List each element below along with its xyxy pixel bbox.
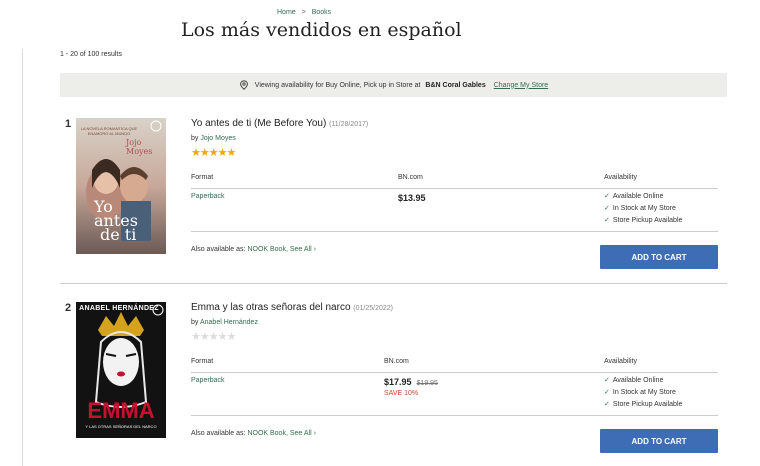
publish-date: (01/25/2022) xyxy=(353,305,393,312)
availability-header: Availability xyxy=(604,358,637,365)
availability-item: ✓ In Stock at My Store xyxy=(604,205,676,212)
star-rating: ★★★★★ xyxy=(191,146,237,159)
star-icon: ★ xyxy=(217,331,228,343)
nook-book-link[interactable]: NOOK Book, xyxy=(247,430,287,437)
add-to-cart-button[interactable]: ADD TO CART xyxy=(600,429,718,453)
also-label: Also available as: xyxy=(191,246,246,253)
check-icon: ✓ xyxy=(604,377,610,384)
star-icon: ★ xyxy=(199,331,210,343)
product-title-link[interactable]: Emma y las otras señoras del narco xyxy=(191,302,351,313)
cover-author: ANABEL HERNÁNDEZ xyxy=(79,305,159,312)
format-link[interactable]: Paperback xyxy=(191,193,224,200)
breadcrumb-books[interactable]: Books xyxy=(312,9,331,16)
star-icon: ★ xyxy=(191,147,201,159)
also-available: Also available as: NOOK Book, See All › xyxy=(191,246,316,253)
change-store-link[interactable]: Change My Store xyxy=(494,82,548,89)
table-header: Format BN.com Availability xyxy=(191,174,718,189)
location-pin-icon xyxy=(239,80,248,90)
format-link[interactable]: Paperback xyxy=(191,377,224,384)
star-icon: ★ xyxy=(208,331,219,343)
see-all-link[interactable]: See All › xyxy=(290,430,316,437)
product-rank: 1 xyxy=(65,118,72,130)
star-icon: ★ xyxy=(226,147,237,159)
chevron-right-icon: › xyxy=(313,430,316,437)
star-icon: ★ xyxy=(217,147,228,159)
table-divider xyxy=(191,231,718,232)
star-icon: ★ xyxy=(191,331,201,343)
check-icon: ✓ xyxy=(604,389,610,396)
breadcrumb-home[interactable]: Home xyxy=(277,9,296,16)
star-rating: ★★★★★ xyxy=(191,330,237,343)
author-line: by Jojo Moyes xyxy=(191,135,236,142)
table-header: Format BN.com Availability xyxy=(191,358,718,373)
price: $17.95 $19.95 xyxy=(384,377,438,387)
format-header: Format xyxy=(191,174,214,181)
availability-item: ✓ Store Pickup Available xyxy=(604,217,683,224)
also-label: Also available as: xyxy=(191,430,246,437)
price-header: BN.com xyxy=(398,174,423,181)
store-availability-bar: Viewing availability for Buy Online, Pic… xyxy=(60,73,727,97)
price-header: BN.com xyxy=(384,358,409,365)
see-all-link[interactable]: See All › xyxy=(290,246,316,253)
product-title-link[interactable]: Yo antes de ti (Me Before You) xyxy=(191,118,326,129)
page-title: Los más vendidos en español xyxy=(181,19,462,41)
author-link[interactable]: Jojo Moyes xyxy=(200,135,235,142)
star-icon: ★ xyxy=(208,147,219,159)
check-icon: ✓ xyxy=(604,193,610,200)
chevron-right-icon: › xyxy=(313,246,316,253)
breadcrumb-separator: > xyxy=(301,9,306,16)
left-divider xyxy=(22,49,23,466)
product-rank: 2 xyxy=(65,302,72,314)
format-header: Format xyxy=(191,358,214,365)
star-icon: ★ xyxy=(226,331,237,343)
results-count: 1 - 20 of 100 results xyxy=(60,51,122,58)
star-icon: ★ xyxy=(199,147,210,159)
availability-item: ✓ In Stock at My Store xyxy=(604,389,676,396)
cover-title: EMMA xyxy=(87,398,155,423)
breadcrumb: Home > Books xyxy=(277,9,331,16)
cover-subtitle: Y LAS OTRAS SEÑORAS DEL NARCO xyxy=(85,424,157,429)
cover-author: Jojo Moyes xyxy=(126,138,153,156)
item-separator xyxy=(60,283,727,284)
also-available: Also available as: NOOK Book, See All › xyxy=(191,430,316,437)
availability-header: Availability xyxy=(604,174,637,181)
availability-list: ✓ Available Online ✓ In Stock at My Store … xyxy=(604,375,682,411)
availability-list: ✓ Available Online ✓ In Stock at My Store … xyxy=(604,191,682,227)
book-cover-image[interactable]: LA NOVELA ROMANTICA QUE ENAMORO AL MUNDO… xyxy=(76,118,166,254)
table-divider xyxy=(191,415,718,416)
availability-item: ✓ Available Online xyxy=(604,193,664,200)
check-icon: ✓ xyxy=(604,401,610,408)
store-name: B&N Coral Gables xyxy=(425,81,486,89)
original-price: $19.95 xyxy=(416,380,438,387)
author-line: by Anabel Hernández xyxy=(191,319,258,326)
availability-item: ✓ Store Pickup Available xyxy=(604,401,683,408)
availability-prefix: Viewing availability for Buy Online, Pic… xyxy=(254,81,421,89)
cover-tagline: LA NOVELA ROMANTICA QUE ENAMORO AL MUNDO xyxy=(80,126,138,136)
publish-date: (11/28/2017) xyxy=(329,121,369,128)
product-title-row: Emma y las otras señoras del narco (01/2… xyxy=(191,302,393,313)
check-icon: ✓ xyxy=(604,217,610,224)
product-title-row: Yo antes de ti (Me Before You) (11/28/20… xyxy=(191,118,368,129)
by-label: by xyxy=(191,135,199,142)
save-badge: SAVE 10% xyxy=(384,390,419,397)
add-to-cart-button[interactable]: ADD TO CART xyxy=(600,245,718,269)
availability-item: ✓ Available Online xyxy=(604,377,664,384)
check-icon: ✓ xyxy=(604,205,610,212)
book-cover-image[interactable]: ANABEL HERNÁNDEZ EMMA Y LAS OTRAS SEÑORA… xyxy=(76,302,166,438)
cover-title: Yo antes de ti xyxy=(94,197,138,244)
nook-book-link[interactable]: NOOK Book, xyxy=(247,246,287,253)
author-link[interactable]: Anabel Hernández xyxy=(200,319,258,326)
by-label: by xyxy=(191,319,199,326)
price: $13.95 xyxy=(398,193,426,203)
